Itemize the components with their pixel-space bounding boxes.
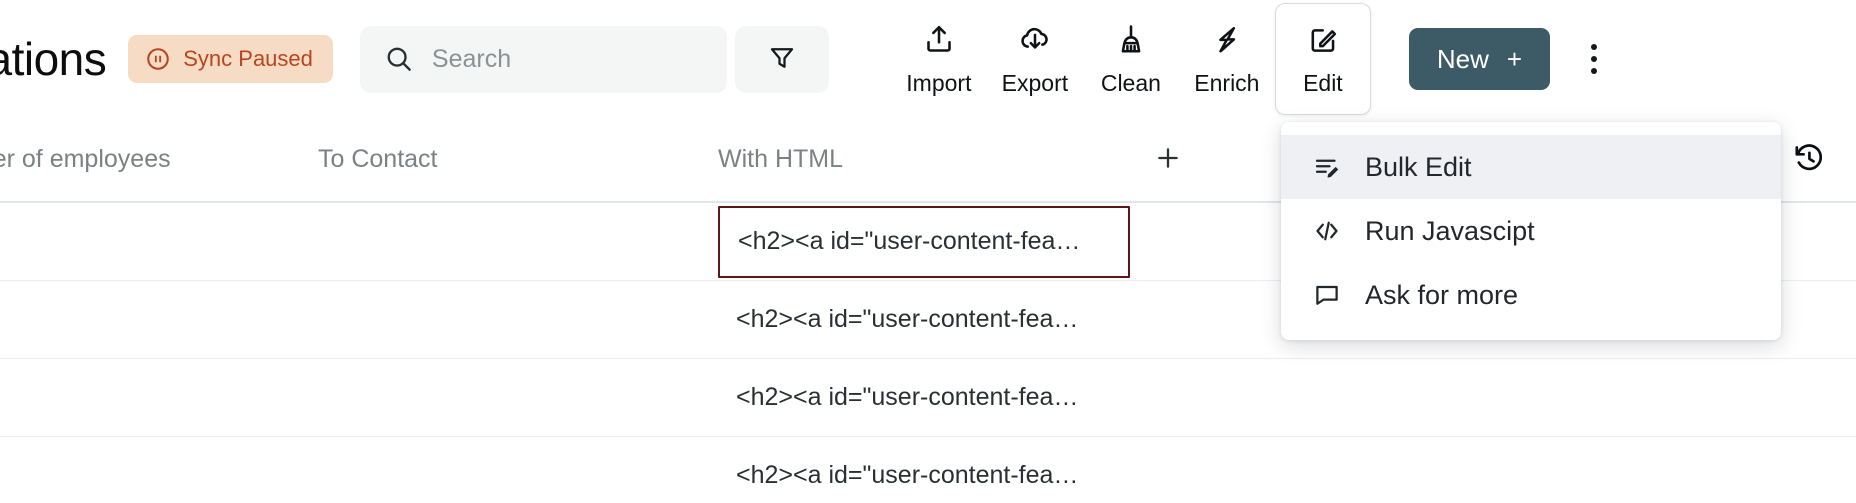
cell-employees[interactable]: 71 [0,281,318,358]
history-button[interactable] [1786,137,1832,183]
cell-to-contact[interactable] [318,437,718,503]
table-row[interactable]: 22 <h2><a id="user-content-fea… [0,437,1856,503]
more-vertical-icon [1591,44,1598,50]
clean-label: Clean [1100,69,1161,96]
cell-with-html[interactable]: <h2><a id="user-content-fea… [718,359,1138,436]
import-button[interactable]: Import [891,3,987,115]
menu-item-run-javascript[interactable]: Run Javascipt [1281,199,1781,263]
menu-item-bulk-edit[interactable]: Bulk Edit [1281,135,1781,199]
cell-with-html[interactable]: <h2><a id="user-content-fea… [718,437,1138,503]
menu-item-ask-for-more[interactable]: Ask for more [1281,263,1781,327]
import-label: Import [906,69,972,96]
top-toolbar: zations Sync Paused [0,0,1856,118]
funnel-icon [767,43,797,76]
status-badge-sync-paused[interactable]: Sync Paused [128,35,333,83]
enrich-button[interactable]: Enrich [1179,3,1275,115]
edit-label: Edit [1303,69,1343,96]
page-title: zations [0,33,107,85]
search-input[interactable] [431,39,692,79]
broom-icon [1113,22,1149,61]
cell-to-contact[interactable] [318,281,718,358]
edit-dropdown-menu: Bulk Edit Run Javascipt Ask for more [1281,122,1781,340]
cell-with-html[interactable]: <h2><a id="user-content-fea… [718,205,1130,278]
cell-employees[interactable]: 22 [0,437,318,503]
column-header-employees[interactable]: mber of employees [0,145,318,174]
enrich-label: Enrich [1194,69,1260,96]
pencil-square-icon [1305,22,1341,61]
pause-circle-icon [145,46,171,72]
cell-to-contact[interactable] [318,359,718,436]
bulk-edit-icon [1311,152,1343,182]
search-icon [384,44,414,74]
lightning-bolt-icon [1209,22,1245,61]
plus-icon [1152,142,1184,177]
cell-employees[interactable]: 30 [0,203,318,280]
menu-item-label: Ask for more [1365,279,1519,310]
column-header-to-contact[interactable]: To Contact [318,145,718,174]
column-header-with-html[interactable]: With HTML [718,145,1138,174]
cloud-download-icon [1017,22,1053,61]
speech-bubble-icon [1311,280,1343,310]
cell-to-contact[interactable] [318,203,718,280]
upload-icon [921,22,957,61]
more-vertical-icon-dot3 [1591,68,1598,74]
menu-item-label: Run Javascipt [1365,215,1535,246]
export-label: Export [1001,69,1069,96]
cell-with-html[interactable]: <h2><a id="user-content-fea… [718,281,1138,358]
app-root: zations Sync Paused [0,0,1856,503]
new-button-label: New [1436,43,1489,74]
tool-button-group: Import Export Clean Enrich Edit [891,3,1371,115]
menu-item-label: Bulk Edit [1365,151,1472,182]
code-brackets-icon [1311,216,1343,246]
history-clock-icon [1792,141,1826,178]
edit-button[interactable]: Edit [1274,3,1371,115]
new-button[interactable]: New + [1408,28,1551,90]
more-options-button[interactable] [1574,29,1614,89]
table-row[interactable]: 95 <h2><a id="user-content-fea… [0,359,1856,437]
export-button[interactable]: Export [987,3,1083,115]
filter-button[interactable] [734,25,829,93]
more-vertical-icon-dot2 [1591,56,1598,62]
plus-icon: + [1506,43,1523,74]
add-column-button[interactable] [1138,142,1198,177]
clean-button[interactable]: Clean [1083,3,1179,115]
cell-employees[interactable]: 95 [0,359,318,436]
status-badge-label: Sync Paused [183,46,313,71]
search-box[interactable] [359,25,727,93]
